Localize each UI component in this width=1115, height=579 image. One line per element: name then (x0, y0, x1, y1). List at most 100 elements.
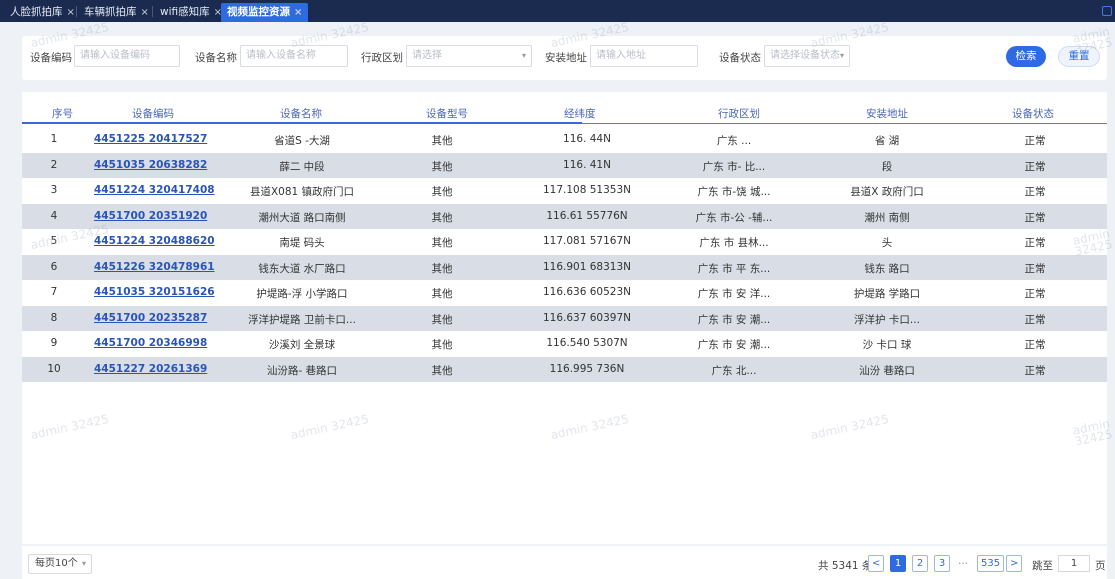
device-model: 其他 (431, 237, 453, 249)
table-header: 序号 设备编码 设备名称 设备型号 经纬度 行政区划 安装地址 设备状态 (22, 102, 1107, 124)
table-row[interactable]: 9 4451700 20346998 沙溪刘 全景球 其他 116.540 5307N 广… (22, 331, 1107, 356)
status-select[interactable]: 请选择设备状态 ▾ (764, 45, 850, 67)
device-code-link[interactable]: 4451224 320488620 (94, 235, 224, 247)
device-coords: 116.901 68313N (542, 260, 631, 273)
tab-wifi[interactable]: wifi感知库 × (154, 3, 228, 22)
device-code-link[interactable]: 4451700 20351920 (94, 210, 224, 222)
page-ellipsis: ··· (958, 558, 969, 570)
device-address: 沙 卡口 球 (862, 339, 912, 351)
address-input[interactable]: 请输入地址 (590, 45, 698, 67)
column-header: 设备编码 (132, 108, 174, 120)
device-code-input[interactable]: 请输入设备编码 (74, 45, 180, 67)
device-address: 段 (881, 160, 893, 173)
device-address: 浮洋护 卡口... (854, 313, 920, 326)
device-code-link[interactable]: 4451035 20638282 (94, 159, 224, 171)
device-address: 潮州 南侧 (864, 211, 910, 224)
device-name: 钱东大道 水厂路口 (258, 262, 346, 275)
tab-divider (76, 6, 77, 17)
device-coords: 116. 41N (563, 158, 611, 171)
tab-label: 车辆抓拍库 (84, 6, 137, 18)
close-icon[interactable]: × (141, 7, 149, 18)
page-button[interactable]: 2 (912, 555, 928, 572)
device-region: 广东 市 安 潮... (697, 339, 771, 351)
device-coords: 117.081 57167N (542, 235, 631, 247)
tab-video-resources[interactable]: 视频监控资源 × (221, 3, 309, 22)
table-row[interactable]: 10 4451227 20261369 汕汾路- 巷路口 其他 116.995 736N… (22, 356, 1107, 382)
table-row[interactable]: 8 4451700 20235287 浮洋护堤路 卫前卡口... 其他 116.637 … (22, 305, 1107, 331)
page-button[interactable]: 3 (934, 555, 950, 572)
column-header: 设备名称 (280, 108, 322, 120)
device-status: 正常 (1024, 211, 1046, 224)
device-code-label: 设备编码 : (30, 52, 79, 64)
region-select[interactable]: 请选择 ▾ (406, 45, 532, 67)
column-header: 序号 (52, 108, 73, 120)
prev-page-button[interactable]: < (868, 555, 885, 572)
device-region: 广东 市-饶 城... (697, 186, 771, 198)
device-code-link[interactable]: 4451225 20417527 (94, 133, 224, 145)
status-label: 设备状态 : (719, 52, 768, 64)
table-row[interactable]: 7 4451035 320151626 护堤路-浮 小学路口 其他 116.636 60… (22, 280, 1107, 305)
page-button[interactable]: 535 (977, 555, 1005, 572)
table-row[interactable]: 1 4451225 20417527 省道S -大湖 其他 116. 44N 广东 ...… (22, 127, 1107, 152)
device-address: 头 (881, 237, 893, 249)
tab-face-capture[interactable]: 人脸抓拍库 × (4, 3, 81, 22)
device-coords: 116. 44N (563, 133, 611, 145)
header-underline (22, 122, 582, 124)
device-model: 其他 (431, 160, 453, 173)
device-address: 钱东 路口 (864, 262, 910, 275)
page-button[interactable]: 1 (890, 555, 906, 572)
total-count: 共 5341 条 (818, 560, 873, 572)
column-header: 设备型号 (426, 108, 468, 120)
column-header: 行政区划 (718, 108, 760, 120)
next-page-button[interactable]: > (1006, 555, 1023, 572)
table-row[interactable]: 6 4451226 320478961 钱东大道 水厂路口 其他 116.901 683… (22, 254, 1107, 280)
device-code-link[interactable]: 4451226 320478961 (94, 261, 224, 273)
device-model: 其他 (431, 135, 453, 147)
tab-label: 人脸抓拍库 (10, 6, 63, 18)
device-region: 广东 ... (716, 135, 752, 147)
device-model: 其他 (431, 211, 453, 224)
row-number: 8 (50, 311, 58, 324)
tab-divider (152, 6, 153, 17)
device-code-link[interactable]: 4451700 20346998 (94, 337, 224, 349)
row-number: 4 (50, 209, 58, 222)
page-suffix: 页 (1095, 560, 1106, 572)
device-region: 广东 市 县林... (699, 237, 769, 249)
tab-vehicle-capture[interactable]: 车辆抓拍库 × (78, 3, 155, 22)
chevron-down-icon: ▾ (81, 559, 86, 568)
device-region: 广东 北... (711, 364, 757, 377)
table-row[interactable]: 2 4451035 20638282 薛二 中段 其他 116. 41N 广东 市- 比.… (22, 152, 1107, 178)
device-code-link[interactable]: 4451224 320417408 (94, 184, 224, 196)
device-coords: 116.995 736N (549, 362, 625, 375)
reset-button[interactable]: 重置 (1058, 46, 1100, 67)
jump-page-input[interactable]: 1 (1058, 555, 1090, 572)
close-icon[interactable]: × (67, 7, 75, 18)
device-region: 广东 市-公 -辅... (695, 211, 773, 224)
device-status: 正常 (1024, 135, 1046, 147)
close-icon[interactable]: × (294, 7, 302, 18)
region-placeholder: 请选择 (412, 50, 442, 61)
device-model: 其他 (431, 339, 453, 351)
device-code-link[interactable]: 4451035 320151626 (94, 286, 224, 298)
page-size-select[interactable]: 每页10个 ▾ (28, 554, 92, 574)
device-name: 汕汾路- 巷路口 (266, 364, 338, 377)
window-icon[interactable] (1102, 6, 1112, 16)
device-region: 广东 市- 比... (702, 160, 766, 173)
search-button[interactable]: 检索 (1006, 46, 1046, 67)
device-address: 县道X 政府门口 (850, 186, 924, 198)
device-address: 护堤路 学路口 (853, 288, 921, 300)
device-name: 浮洋护堤路 卫前卡口... (248, 313, 356, 326)
device-status: 正常 (1024, 237, 1046, 249)
device-name-input[interactable]: 请输入设备名称 (240, 45, 348, 67)
device-name: 潮州大道 路口南侧 (258, 211, 346, 224)
row-number: 6 (50, 260, 58, 273)
device-code-link[interactable]: 4451700 20235287 (94, 312, 224, 324)
device-model: 其他 (431, 313, 453, 326)
row-number: 3 (50, 184, 58, 196)
table-row[interactable]: 4 4451700 20351920 潮州大道 路口南侧 其他 116.61 55776… (22, 203, 1107, 229)
table-row[interactable]: 5 4451224 320488620 南堤 码头 其他 117.081 57167N 广… (22, 229, 1107, 254)
address-label: 安装地址 : (545, 52, 594, 64)
device-status: 正常 (1024, 339, 1046, 351)
table-row[interactable]: 3 4451224 320417408 县道X081 镇政府门口 其他 117.108 … (22, 178, 1107, 203)
device-code-link[interactable]: 4451227 20261369 (94, 363, 224, 375)
